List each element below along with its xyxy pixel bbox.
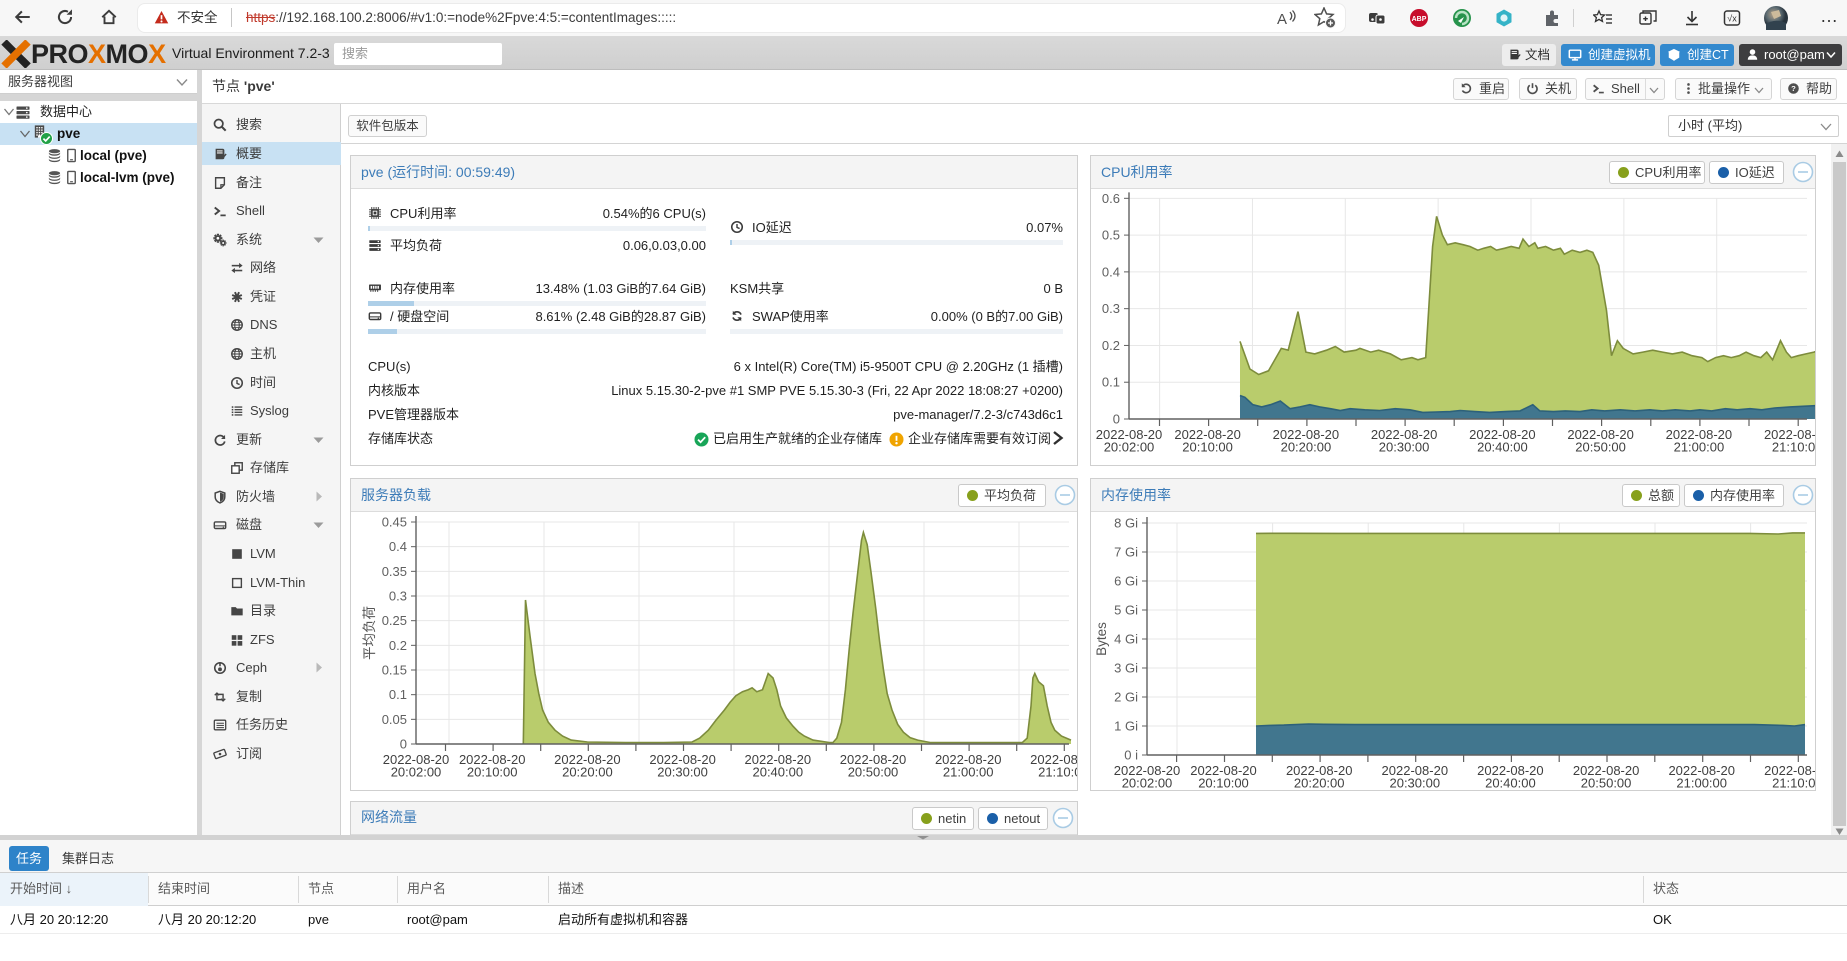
svg-text:20:40:00: 20:40:00 [1477, 440, 1528, 455]
svg-text:20:50:00: 20:50:00 [1575, 440, 1626, 455]
svg-text:0.3: 0.3 [1102, 301, 1120, 316]
svg-text:20:30:00: 20:30:00 [1379, 440, 1430, 455]
svg-text:20:20:00: 20:20:00 [562, 765, 613, 780]
svg-text:21:00:00: 21:00:00 [1676, 776, 1727, 791]
svg-text:4 Gi: 4 Gi [1114, 632, 1138, 647]
svg-text:20:10:00: 20:10:00 [467, 765, 518, 780]
svg-text:平均负荷: 平均负荷 [362, 606, 377, 660]
svg-text:0.5: 0.5 [1102, 228, 1120, 243]
svg-text:21:10:00: 21:10:00 [1772, 440, 1815, 455]
svg-text:ABP: ABP [1412, 16, 1427, 23]
svg-text:√x: √x [1727, 14, 1737, 24]
svg-text:21:00:00: 21:00:00 [943, 765, 994, 780]
svg-text:0.1: 0.1 [1102, 375, 1120, 390]
svg-text:6 Gi: 6 Gi [1114, 574, 1138, 589]
svg-text:21:10:00: 21:10:00 [1772, 776, 1815, 791]
svg-text:3 Gi: 3 Gi [1114, 661, 1138, 676]
svg-text:5 Gi: 5 Gi [1114, 603, 1138, 618]
svg-text:20:30:00: 20:30:00 [1389, 776, 1440, 791]
svg-text:0 i: 0 i [1124, 748, 1138, 763]
svg-text:0: 0 [400, 737, 407, 752]
svg-text:?: ? [1791, 84, 1796, 93]
svg-text:21:10:00: 21:10:00 [1038, 765, 1077, 780]
svg-text:0.2: 0.2 [1102, 338, 1120, 353]
svg-text:0.1: 0.1 [389, 687, 407, 702]
svg-text:0.25: 0.25 [382, 613, 407, 628]
svg-text:20:10:00: 20:10:00 [1182, 440, 1233, 455]
svg-text:0.35: 0.35 [382, 564, 407, 579]
svg-text:20:02:00: 20:02:00 [1104, 440, 1155, 455]
svg-text:0.45: 0.45 [382, 515, 407, 530]
svg-text:20:40:00: 20:40:00 [752, 765, 803, 780]
svg-text:0.05: 0.05 [382, 712, 407, 727]
svg-text:20:20:00: 20:20:00 [1294, 776, 1345, 791]
svg-text:A: A [1277, 11, 1287, 28]
svg-text:2 Gi: 2 Gi [1114, 690, 1138, 705]
svg-text:20:40:00: 20:40:00 [1485, 776, 1536, 791]
svg-text:Bytes: Bytes [1094, 622, 1109, 656]
svg-text:0.4: 0.4 [389, 539, 407, 554]
svg-text:7 Gi: 7 Gi [1114, 545, 1138, 560]
svg-text:0.15: 0.15 [382, 663, 407, 678]
svg-text:0.6: 0.6 [1102, 191, 1120, 206]
svg-text:20:10:00: 20:10:00 [1198, 776, 1249, 791]
svg-text:8 Gi: 8 Gi [1114, 516, 1138, 531]
svg-text:0.4: 0.4 [1102, 264, 1120, 279]
svg-text:0: 0 [1113, 412, 1120, 427]
svg-text:20:20:00: 20:20:00 [1281, 440, 1332, 455]
svg-text:20:30:00: 20:30:00 [657, 765, 708, 780]
svg-text:0.3: 0.3 [389, 589, 407, 604]
svg-text:20:02:00: 20:02:00 [391, 765, 442, 780]
svg-text:20:50:00: 20:50:00 [848, 765, 899, 780]
svg-text:20:50:00: 20:50:00 [1581, 776, 1632, 791]
svg-text:21:00:00: 21:00:00 [1674, 440, 1725, 455]
svg-text:20:02:00: 20:02:00 [1122, 776, 1173, 791]
svg-text:0.2: 0.2 [389, 638, 407, 653]
svg-text:1 Gi: 1 Gi [1114, 719, 1138, 734]
